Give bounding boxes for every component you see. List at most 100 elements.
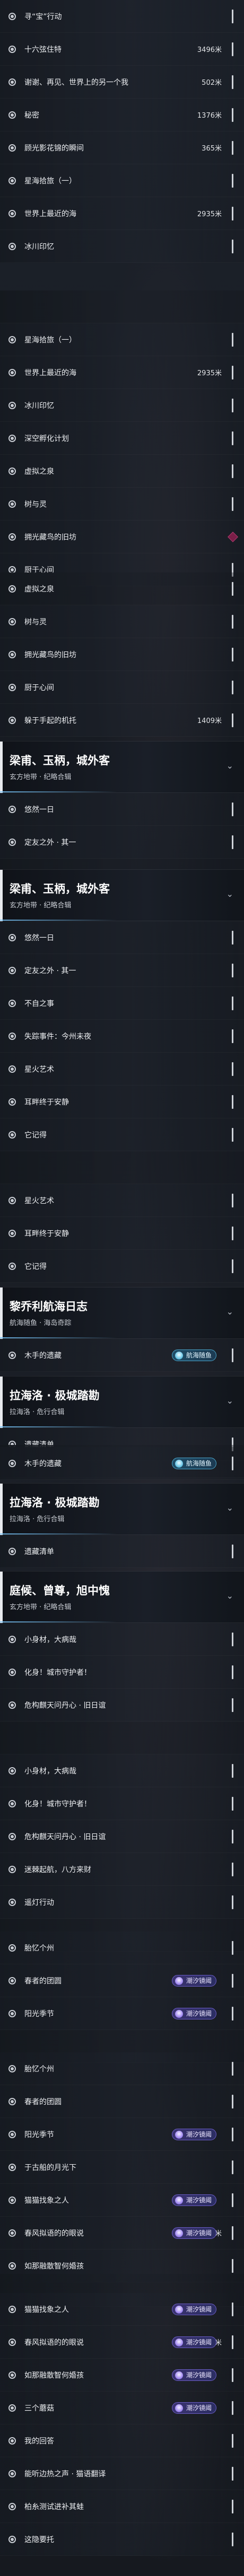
radio-dot-icon [8, 209, 16, 217]
quest-row[interactable]: 耳畔终于安静 [0, 1086, 244, 1118]
quest-row[interactable]: 树与灵 [0, 605, 244, 638]
quest-title: 厨于心间 [24, 683, 54, 692]
quest-row[interactable]: 拥光藏鸟的旧坊 [0, 521, 244, 553]
quest-row[interactable]: 星火艺术 [0, 1184, 244, 1217]
quest-row[interactable]: 深空孵化计划 [0, 422, 244, 455]
quest-row[interactable]: 顾光影花锦的瞬间 365米 [0, 131, 244, 164]
radio-dot-icon [8, 401, 16, 409]
quest-row[interactable]: 世界上最近的海 2935米 [0, 197, 244, 230]
quest-title: 猫猫找象之人 [24, 2196, 69, 2205]
quest-row[interactable]: 谢谢、再见、世界上的另一个我 502米 [0, 66, 244, 99]
quest-group-header[interactable]: 庭候、曾尊，旭中愧 玄方地带 · 纪略合辑 ⌄ [0, 1571, 244, 1624]
quest-row[interactable]: 三个蘑菇 潮汐镜阈 [0, 2392, 244, 2424]
quest-row[interactable]: 如那融散智何婚孩 潮汐镜阈 [0, 2359, 244, 2392]
quest-group-header[interactable]: 拉海洛 · 极城踏勘 拉海洛 · 危行合辑 ⌄ [0, 1483, 244, 1536]
quest-row[interactable]: 柏糸测试进补其蛙 [0, 2490, 244, 2523]
quest-row[interactable]: 小身材，大病哉 [0, 1623, 244, 1656]
quest-list: 寻“宝”行动 十六弦住特 3496米 谢谢、再见、世界上的另一个我 502米 秘密 1376… [0, 0, 244, 2576]
quest-row[interactable]: 能听边热之声 · 猫语翻译 [0, 2457, 244, 2490]
quest-row[interactable]: 阳光季节 潮汐镜阈 [0, 2118, 244, 2151]
quest-row[interactable]: 它记得 [0, 1118, 244, 1151]
quest-row[interactable]: 阳光季节 潮汐镜阈 [0, 1997, 244, 2030]
quest-row[interactable]: 悠然一日 [0, 921, 244, 954]
quest-row[interactable]: 厨于心间 [0, 671, 244, 704]
quest-row[interactable]: 春者的团圆 [0, 2085, 244, 2118]
quest-row[interactable]: 世界上最近的海 2935米 [0, 356, 244, 389]
quest-row[interactable]: 化身！城市守护者！ [0, 1656, 244, 1689]
quest-row[interactable]: 悠然一日 [0, 793, 244, 826]
quest-title: 化身！城市守护者！ [24, 1799, 91, 1809]
quest-row[interactable]: 星火艺术 [0, 1053, 244, 1086]
chevron-down-icon[interactable]: ⌄ [226, 889, 233, 899]
quest-row[interactable] [0, 290, 244, 323]
scroll-bar-icon [232, 1763, 233, 1778]
chevron-down-icon[interactable]: ⌄ [226, 1396, 233, 1406]
quest-row[interactable]: 遗藏清单 [0, 1535, 244, 1568]
quest-row[interactable]: 胎忆个州 [0, 2052, 244, 2085]
quest-row[interactable]: 猫猫找象之人 潮汐镜阈 [0, 2293, 244, 2326]
quest-row[interactable]: 躲于手起的机托 1409米 [0, 704, 244, 737]
quest-row[interactable]: 遥灯行动 [0, 1886, 244, 1919]
quest-row[interactable]: 我的回答 [0, 2424, 244, 2457]
quest-row[interactable]: 春风拟语的的眼说535米潮汐镜阈 [0, 2326, 244, 2359]
quest-row[interactable]: 春者的团圆 潮汐镜阈 [0, 1964, 244, 1997]
quest-row[interactable]: 秘密 1376米 [0, 99, 244, 131]
quest-row[interactable]: 迷棘起航，八方来财 [0, 1853, 244, 1886]
quest-row[interactable]: 化身！城市守护者！ [0, 1787, 244, 1820]
chevron-down-icon[interactable]: ⌄ [226, 1503, 233, 1513]
quest-row[interactable] [0, 1722, 244, 1754]
quest-row[interactable]: 危构麒天问丹心 · 旧日谊 [0, 1820, 244, 1853]
tag-label: 潮汐镜阈 [186, 2131, 212, 2138]
quest-group-header[interactable]: 拉海洛 · 极城踏勘 拉海洛 · 危行合辑 ⌄ [0, 1376, 244, 1428]
tag-label: 潮汐镜阈 [186, 1977, 212, 1984]
quest-row[interactable]: 不自之事 [0, 987, 244, 1020]
quest-row[interactable]: 于古船的月光下 [0, 2151, 244, 2184]
quest-row[interactable]: 冰川印忆 [0, 230, 244, 263]
radio-dot-icon [8, 1351, 16, 1359]
quest-row[interactable]: 它记得 [0, 1250, 244, 1283]
quest-row[interactable]: 失踪事件：今州未夜 [0, 1020, 244, 1053]
radio-dot-icon [8, 1098, 16, 1106]
quest-row[interactable]: 寻“宝”行动 [0, 0, 244, 33]
quest-row[interactable]: 这隐要托 [0, 2523, 244, 2556]
quest-row[interactable]: 胎忆个州 [0, 1931, 244, 1964]
quest-row[interactable]: 星海拾旅（一） [0, 164, 244, 197]
quest-row[interactable]: 春风拟语的的眼说535米潮汐镜阈 [0, 2217, 244, 2249]
quest-row[interactable]: 危构麒天问丹心 · 旧日谊 [0, 1689, 244, 1722]
radio-dot-icon [8, 177, 16, 184]
quest-title: 虚拟之泉 [24, 467, 54, 476]
quest-group-header[interactable]: 梁甫、玉柄，城外客 玄方地带 · 纪略合辑 ⌄ [0, 869, 244, 922]
radio-dot-icon [8, 1977, 16, 1984]
radio-dot-icon [8, 2097, 16, 2105]
chevron-down-icon[interactable]: ⌄ [226, 1307, 233, 1317]
quest-row[interactable]: 冰川印忆 [0, 389, 244, 422]
quest-row[interactable]: 十六弦住特 3496米 [0, 33, 244, 66]
quest-row[interactable]: 拥光藏鸟的旧坊 [0, 638, 244, 671]
radio-dot-icon [8, 242, 16, 250]
quest-row[interactable] [0, 1151, 244, 1184]
scroll-bar-icon [232, 1544, 233, 1558]
quest-row[interactable]: 木手的遗藏 航海随鱼 [0, 1447, 244, 1480]
radio-dot-icon [8, 933, 16, 941]
quest-row[interactable]: 耳畔终于安静 [0, 1217, 244, 1250]
chevron-down-icon[interactable]: ⌄ [226, 761, 233, 771]
quest-group-header[interactable]: 梁甫、玉柄，城外客 玄方地带 · 纪略合辑 ⌄ [0, 741, 244, 793]
radio-dot-icon [8, 144, 16, 152]
scroll-bar-icon [232, 1259, 233, 1273]
tag-label: 潮汐镜阈 [186, 2010, 212, 2017]
quest-row[interactable]: 小身材，大病哉 [0, 1754, 244, 1787]
quest-row[interactable]: 虚拟之泉 [0, 455, 244, 488]
quest-row[interactable]: 猫猫找象之人 潮汐镜阈 [0, 2184, 244, 2217]
orb-icon [175, 2196, 183, 2204]
quest-group-header[interactable]: 黎乔利航海日志 航海随鱼 · 海岛奇踪 ⌄ [0, 1287, 244, 1339]
quest-row[interactable]: 木手的遗藏 航海随鱼 [0, 1339, 244, 1372]
scroll-bar-icon [232, 1127, 233, 1142]
quest-row[interactable]: 树与灵 [0, 488, 244, 521]
quest-row[interactable]: 虚拟之泉 [0, 572, 244, 605]
quest-title: 星海拾旅（一） [24, 177, 76, 186]
quest-row[interactable]: 星海拾旅（一） [0, 323, 244, 356]
chevron-down-icon[interactable]: ⌄ [226, 1591, 233, 1601]
quest-row[interactable]: 定友之外 · 其一 [0, 826, 244, 859]
scroll-bar-icon [232, 2499, 233, 2513]
quest-row[interactable]: 定友之外 · 其一 [0, 954, 244, 987]
